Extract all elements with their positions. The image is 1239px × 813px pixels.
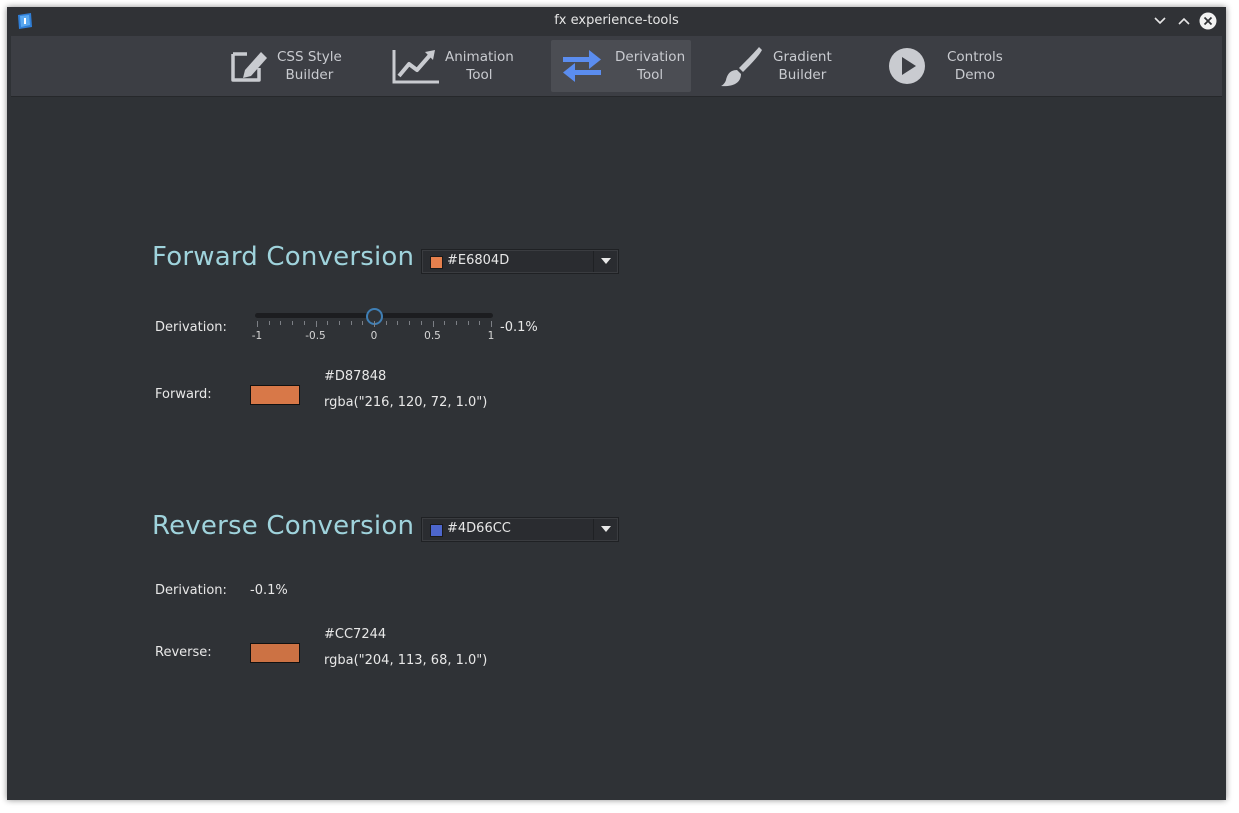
tool-css-style-builder[interactable]: CSS Style Builder xyxy=(223,40,353,92)
reverse-color-value: #4D66CC xyxy=(447,521,511,536)
reverse-result-rgba: rgba("204, 113, 68, 1.0") xyxy=(324,653,488,668)
slider-tick xyxy=(280,321,282,325)
tool-label: Animation Tool xyxy=(445,49,514,83)
tool-derivation[interactable]: Derivation Tool xyxy=(551,40,691,92)
color-swatch xyxy=(430,256,443,269)
reverse-result-swatch xyxy=(250,643,300,663)
slider-tick xyxy=(397,321,399,325)
pencil-edit-icon xyxy=(231,52,267,82)
slider-tick-label: 0 xyxy=(370,330,378,342)
slider-tick xyxy=(409,321,411,325)
chart-line-icon xyxy=(392,50,439,84)
slider-tick xyxy=(350,321,352,325)
tool-label: Controls Demo xyxy=(947,49,1003,83)
main-toolbar: CSS Style Builder Animation Tool Derivat… xyxy=(11,36,1222,97)
forward-derivation-label: Derivation: xyxy=(155,320,227,335)
slider-tick-label: 1 xyxy=(487,330,495,342)
forward-result-label: Forward: xyxy=(155,387,212,402)
slider-tick-label: -0.5 xyxy=(305,330,326,342)
slider-tick xyxy=(467,321,469,325)
tool-controls-demo[interactable]: Controls Demo xyxy=(883,40,1013,92)
reverse-conversion-title: Reverse Conversion xyxy=(152,511,415,541)
slider-tick xyxy=(292,321,294,325)
slider-tick-label: -1 xyxy=(251,330,263,342)
slider-tick xyxy=(420,321,422,325)
paint-brush-icon xyxy=(721,47,762,87)
color-swatch xyxy=(430,524,443,537)
slider-tick xyxy=(491,321,492,327)
chevron-down-icon[interactable] xyxy=(601,526,611,532)
maximize-icon[interactable] xyxy=(1175,12,1193,30)
slider-tick xyxy=(268,321,270,325)
forward-derivation-value: -0.1% xyxy=(500,320,538,335)
tool-label: Derivation Tool xyxy=(615,49,686,83)
minimize-icon[interactable] xyxy=(1151,12,1169,30)
slider-tick xyxy=(362,321,364,325)
forward-color-value: #E6804D xyxy=(447,253,510,268)
forward-result-rgba: rgba("216, 120, 72, 1.0") xyxy=(324,395,488,410)
swap-arrows-icon xyxy=(563,50,601,82)
play-circle-icon xyxy=(889,48,925,84)
tool-gradient-builder[interactable]: Gradient Builder xyxy=(719,40,849,92)
reverse-result-label: Reverse: xyxy=(155,645,212,660)
combo-separator xyxy=(593,251,594,272)
forward-result-hex: #D87848 xyxy=(324,369,387,384)
reverse-derivation-value: -0.1% xyxy=(250,583,288,598)
reverse-result-hex: #CC7244 xyxy=(324,627,387,642)
slider-tick xyxy=(455,321,457,325)
close-icon[interactable] xyxy=(1199,12,1217,30)
reverse-derivation-label: Derivation: xyxy=(155,583,227,598)
combo-separator xyxy=(593,519,594,540)
app-window: fx experience-tools CSS Style Builder An… xyxy=(7,7,1226,800)
slider-tick xyxy=(479,321,481,325)
forward-color-picker[interactable]: #E6804D xyxy=(421,249,619,274)
slider-tick xyxy=(444,321,446,325)
tool-label: CSS Style Builder xyxy=(277,49,342,83)
slider-tick xyxy=(303,321,305,325)
slider-tick-label: 0.5 xyxy=(424,330,441,342)
chevron-down-icon[interactable] xyxy=(601,258,611,264)
slider-tick xyxy=(432,321,434,327)
reverse-color-picker[interactable]: #4D66CC xyxy=(421,517,619,542)
forward-result-swatch xyxy=(250,385,300,405)
window-title: fx experience-tools xyxy=(554,13,679,28)
tool-label: Gradient Builder xyxy=(773,49,832,83)
slider-tick xyxy=(257,321,258,327)
slider-tick xyxy=(338,321,340,325)
title-bar[interactable]: fx experience-tools xyxy=(7,7,1226,36)
slider-tick xyxy=(374,321,375,327)
forward-conversion-title: Forward Conversion xyxy=(152,242,415,272)
slider-tick xyxy=(385,321,387,325)
slider-tick xyxy=(327,321,329,325)
tool-animation[interactable]: Animation Tool xyxy=(391,40,521,92)
slider-tick xyxy=(315,321,317,327)
